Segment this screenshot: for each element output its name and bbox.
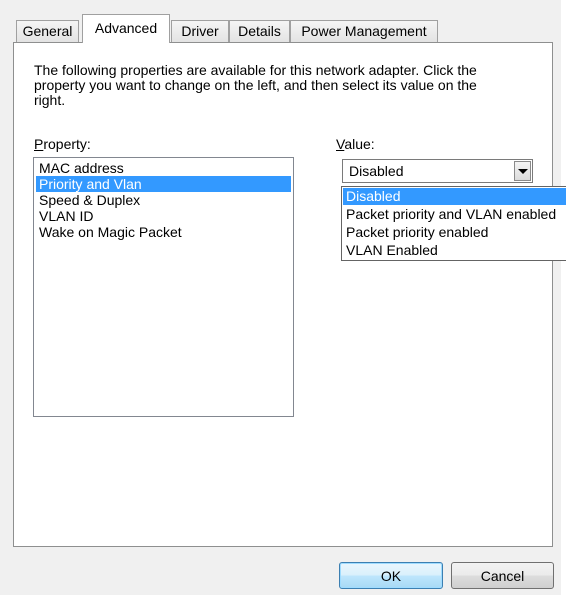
- dropdown-button[interactable]: [514, 161, 531, 181]
- property-item-speed-duplex[interactable]: Speed & Duplex: [36, 192, 291, 208]
- chevron-down-icon: [518, 169, 528, 174]
- description-text: The following properties are available f…: [34, 62, 477, 108]
- ok-button[interactable]: OK: [339, 562, 443, 589]
- value-label: Value:: [336, 136, 375, 152]
- value-option-packet-priority-and-vlan-enabled[interactable]: Packet priority and VLAN enabled: [343, 206, 566, 223]
- tab-power-management[interactable]: Power Management: [290, 20, 438, 42]
- value-dropdown-list[interactable]: Disabled Packet priority and VLAN enable…: [341, 186, 566, 261]
- property-label: Property:: [34, 136, 91, 152]
- value-option-packet-priority-enabled[interactable]: Packet priority enabled: [343, 224, 566, 241]
- property-item-wake-on-magic-packet[interactable]: Wake on Magic Packet: [36, 224, 291, 240]
- tab-driver[interactable]: Driver: [171, 20, 229, 42]
- property-item-priority-and-vlan[interactable]: Priority and Vlan: [36, 176, 291, 192]
- advanced-tab-panel: The following properties are available f…: [13, 42, 553, 547]
- value-option-vlan-enabled[interactable]: VLAN Enabled: [343, 242, 566, 259]
- property-listbox[interactable]: MAC address Priority and Vlan Speed & Du…: [33, 157, 294, 417]
- property-item-mac-address[interactable]: MAC address: [36, 160, 291, 176]
- tab-advanced[interactable]: Advanced: [82, 14, 170, 43]
- value-option-disabled[interactable]: Disabled: [343, 188, 566, 205]
- value-combobox[interactable]: Disabled: [342, 159, 533, 183]
- cancel-button[interactable]: Cancel: [451, 562, 554, 589]
- value-combobox-text: Disabled: [349, 163, 404, 179]
- tab-general[interactable]: General: [16, 20, 79, 42]
- property-item-vlan-id[interactable]: VLAN ID: [36, 208, 291, 224]
- tab-details[interactable]: Details: [229, 20, 290, 42]
- window-edge: [561, 0, 566, 595]
